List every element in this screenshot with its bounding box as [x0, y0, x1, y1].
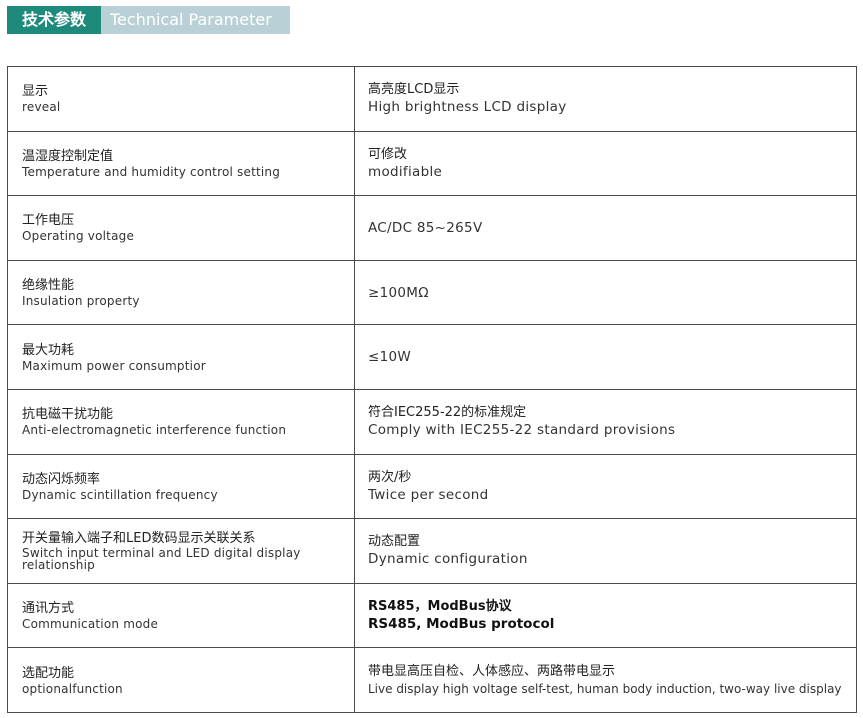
param-value-cell: AC/DC 85~265V: [354, 195, 857, 261]
param-value-cn: 动态配置: [368, 534, 421, 550]
table-row: 显示 reveal 高亮度LCD显示 High brightness LCD d…: [7, 66, 857, 132]
param-value-cell: ≤10W: [354, 324, 857, 390]
table-row: 最大功耗 Maximum power consumptior ≤10W: [7, 324, 857, 390]
spec-table: 显示 reveal 高亮度LCD显示 High brightness LCD d…: [7, 66, 857, 713]
table-row: 选配功能 optionalfunction 带电显高压自检、人体感应、两路带电显…: [7, 647, 857, 713]
param-label-cell: 动态闪烁频率 Dynamic scintillation frequency: [7, 453, 355, 520]
param-value-cn: 带电显高压自检、人体感应、两路带电显示: [368, 663, 616, 679]
param-value-en: modifiable: [368, 163, 443, 180]
section-title-en: Technical Parameter: [101, 6, 290, 34]
table-row: 温湿度控制定值 Temperature and humidity control…: [7, 130, 857, 197]
table-row: 动态闪烁频率 Dynamic scintillation frequency 两…: [7, 453, 857, 520]
param-value-en: AC/DC 85~265V: [368, 219, 483, 236]
param-label-cell: 工作电压 Operating voltage: [7, 195, 355, 261]
param-value-en: Dynamic configuration: [368, 551, 528, 568]
param-name-en: Communication mode: [22, 617, 159, 632]
param-value-cell: 高亮度LCD显示 High brightness LCD display: [354, 66, 857, 132]
param-name-cn: 温湿度控制定值: [22, 148, 114, 164]
param-value-cell: 两次/秒 Twice per second: [354, 453, 857, 520]
table-row: 绝缘性能 Insulation property ≥100MΩ: [7, 259, 857, 326]
param-value-cell: RS485，ModBus协议 RS485, ModBus protocol: [354, 582, 857, 649]
param-value-cell: 符合IEC255-22的标准规定 Comply with IEC255-22 s…: [354, 388, 857, 455]
param-value-cell: 带电显高压自检、人体感应、两路带电显示 Live display high vo…: [354, 647, 857, 713]
param-value-cell: ≥100MΩ: [354, 259, 857, 326]
section-title-cn: 技术参数: [7, 6, 101, 34]
param-value-cell: 可修改 modifiable: [354, 130, 857, 197]
param-name-en: Maximum power consumptior: [22, 358, 206, 373]
table-row: 抗电磁干扰功能 Anti-electromagnetic interferenc…: [7, 388, 857, 455]
param-value-en: Live display high voltage self-test, hum…: [368, 681, 842, 696]
param-label-cell: 选配功能 optionalfunction: [7, 647, 355, 713]
param-value-cn: RS485，ModBus协议: [368, 599, 512, 615]
param-name-en: Temperature and humidity control setting: [22, 164, 281, 179]
param-name-cn: 绝缘性能: [22, 278, 75, 294]
param-name-cn: 通讯方式: [22, 601, 75, 617]
param-value-en: Comply with IEC255-22 standard provision…: [368, 422, 676, 439]
param-name-en: optionalfunction: [22, 681, 123, 696]
param-name-en: Insulation property: [22, 294, 140, 309]
param-label-cell: 通讯方式 Communication mode: [7, 582, 355, 649]
table-row: 工作电压 Operating voltage AC/DC 85~265V: [7, 195, 857, 261]
param-value-en: ≤10W: [368, 349, 412, 366]
param-name-en: Operating voltage: [22, 229, 135, 244]
param-value-cn: 可修改: [368, 146, 408, 162]
table-row: 通讯方式 Communication mode RS485，ModBus协议 R…: [7, 582, 857, 649]
param-name-en: Dynamic scintillation frequency: [22, 487, 218, 502]
param-value-en: Twice per second: [368, 486, 489, 503]
param-name-cn: 开关量输入端子和LED数码显示关联关系: [22, 531, 256, 547]
param-label-cell: 最大功耗 Maximum power consumptior: [7, 324, 355, 390]
param-value-cn: 两次/秒: [368, 469, 412, 485]
section-header: 技术参数 Technical Parameter: [7, 6, 290, 34]
param-label-cell: 温湿度控制定值 Temperature and humidity control…: [7, 130, 355, 197]
param-name-cn: 工作电压: [22, 213, 75, 229]
param-name-cn: 显示: [22, 84, 49, 100]
param-label-cell: 绝缘性能 Insulation property: [7, 259, 355, 326]
param-label-cell: 抗电磁干扰功能 Anti-electromagnetic interferenc…: [7, 388, 355, 455]
param-name-cn: 最大功耗: [22, 342, 75, 358]
param-value-cell: 动态配置 Dynamic configuration: [354, 518, 857, 584]
param-name-cn: 抗电磁干扰功能: [22, 407, 114, 423]
param-name-en: Anti-electromagnetic interference functi…: [22, 423, 287, 438]
param-label-cell: 开关量输入端子和LED数码显示关联关系 Switch input termina…: [7, 518, 355, 584]
table-row: 开关量输入端子和LED数码显示关联关系 Switch input termina…: [7, 518, 857, 584]
param-name-en: reveal: [22, 100, 61, 115]
param-value-cn: 高亮度LCD显示: [368, 82, 460, 98]
param-name-cn: 选配功能: [22, 665, 75, 681]
param-label-cell: 显示 reveal: [7, 66, 355, 132]
param-value-en: RS485, ModBus protocol: [368, 616, 555, 633]
param-value-en: ≥100MΩ: [368, 284, 429, 301]
param-name-cn: 动态闪烁频率: [22, 471, 101, 487]
param-value-en: High brightness LCD display: [368, 99, 567, 116]
param-name-en: Switch input terminal and LED digital di…: [22, 546, 301, 573]
param-value-cn: 符合IEC255-22的标准规定: [368, 405, 527, 421]
